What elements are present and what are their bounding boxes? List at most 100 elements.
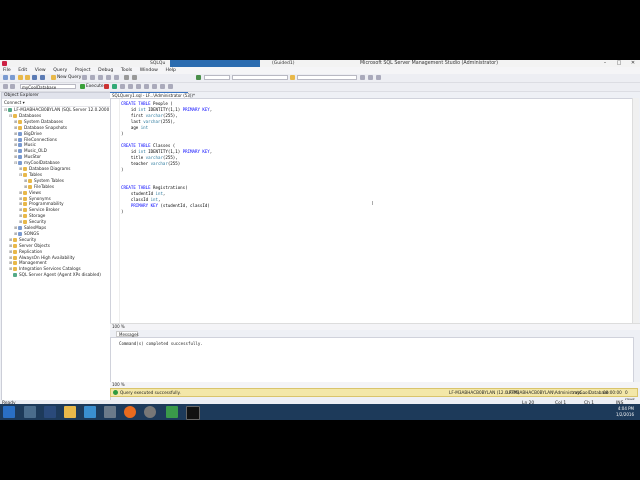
folder-icon (13, 249, 17, 254)
app-title: Microsoft SQL Server Management Studio (… (360, 61, 498, 66)
media-icon[interactable] (144, 406, 156, 418)
database-icon (18, 131, 22, 136)
menu-project[interactable]: Project (75, 67, 91, 74)
menu-view[interactable]: View (35, 67, 46, 74)
query-editor[interactable]: CREATE TABLE People ( id int IDENTITY(1,… (110, 98, 634, 325)
editor-gutter (111, 99, 120, 324)
change-connection-icon[interactable] (10, 84, 15, 89)
find-icon[interactable] (290, 75, 295, 80)
screen: SQLQu (Guided1) Microsoft SQL Server Man… (0, 60, 640, 420)
uncomment-icon[interactable] (160, 84, 165, 89)
code-text: CREATE TABLE People ( id int IDENTITY(1,… (121, 101, 212, 215)
code-token: IDENTITY(1,1) (145, 107, 183, 112)
code-token: ) (121, 167, 124, 172)
database-icon (18, 155, 22, 160)
analysis-query-icon[interactable] (90, 75, 95, 80)
code-token: first (121, 113, 146, 118)
editor-zoom-bar: 100 % (110, 323, 640, 330)
maximize-icon[interactable]: □ (612, 60, 626, 67)
firefox-icon[interactable] (124, 406, 136, 418)
new-query-button[interactable]: New Query (57, 75, 81, 80)
indent-icon[interactable] (168, 84, 173, 89)
code-token: varchar (145, 155, 163, 160)
display-plan-icon[interactable] (120, 84, 125, 89)
connect-button[interactable]: Connect ▾ (2, 99, 110, 107)
internet-explorer-icon[interactable] (84, 406, 96, 418)
file-explorer-icon[interactable] (64, 406, 76, 418)
menu-help[interactable]: Help (166, 67, 176, 74)
code-token: CREATE TABLE (121, 185, 151, 190)
code-token: , (157, 197, 161, 202)
available-databases-select[interactable]: myCoolDatabase (20, 84, 76, 90)
new-project-icon[interactable] (18, 75, 23, 80)
solution-platform-select[interactable] (232, 75, 288, 80)
new-query-icon[interactable] (51, 75, 56, 80)
connect-icon[interactable] (3, 84, 8, 89)
powershell-icon[interactable] (44, 406, 56, 418)
query-designer-icon[interactable] (128, 84, 133, 89)
folder-icon (23, 214, 27, 219)
solution-config-select[interactable] (204, 75, 230, 80)
close-icon[interactable]: ✕ (626, 60, 640, 67)
save-all-icon[interactable] (40, 75, 45, 80)
tree-item-label: BigDrive (24, 130, 42, 136)
results-to-grid-icon[interactable] (144, 84, 149, 89)
tree-item-label: myCoolDatabase (24, 160, 60, 166)
menu-file[interactable]: File (3, 67, 11, 74)
start-debug-icon[interactable] (196, 75, 201, 80)
cancel-query-icon[interactable] (104, 84, 109, 89)
undo-icon[interactable] (124, 75, 129, 80)
code-line: PRIMARY KEY (studentId, classId) (121, 203, 212, 209)
copy-icon[interactable] (106, 75, 111, 80)
code-token: ) (121, 209, 124, 214)
find-input[interactable] (297, 75, 357, 80)
open-file-icon[interactable] (25, 75, 30, 80)
cut-icon[interactable] (98, 75, 103, 80)
messages-pane: Command(s) completed successfully. (110, 337, 634, 383)
server-manager-icon[interactable] (24, 406, 36, 418)
taskbar-clock[interactable]: 4:04 PM 1/2/2016 (616, 406, 634, 418)
comment-icon[interactable] (152, 84, 157, 89)
folder-icon (13, 113, 17, 118)
ssms-taskbar-icon[interactable] (104, 406, 116, 418)
messages-zoom-level[interactable]: 100 % (112, 382, 125, 387)
tree-item-label: Security (19, 236, 37, 242)
command-prompt-icon[interactable] (186, 406, 200, 420)
paste-icon[interactable] (114, 75, 119, 80)
editor-zoom-level[interactable]: 100 % (112, 324, 125, 329)
menu-debug[interactable]: Debug (98, 67, 113, 74)
object-explorer: Object Explorer Connect ▾ ⊟ LF-M3ABHACB0B… (1, 92, 191, 404)
quick-launch-bar[interactable] (170, 60, 260, 67)
toolbar-option-icon-3[interactable] (376, 75, 381, 80)
start-button-icon[interactable] (3, 406, 15, 418)
parse-icon[interactable] (112, 84, 117, 89)
tree-item[interactable]: SQL Server Agent (Agent XPs disabled) (9, 272, 101, 278)
code-token: int (150, 197, 158, 202)
tree-item-label: Integration Services Catalogs (19, 266, 81, 272)
menu-query[interactable]: Query (53, 67, 67, 74)
toolbar-option-icon-1[interactable] (360, 75, 365, 80)
query-status-bar: Query executed successfully. LF-M3ABHACB… (110, 388, 638, 402)
tree-item-label: Programmability (29, 201, 64, 207)
menu-bar: File Edit View Query Project Debug Tools… (0, 67, 640, 74)
editor-vertical-scrollbar[interactable] (632, 98, 639, 323)
folder-icon (23, 167, 27, 171)
menu-tools[interactable]: Tools (121, 67, 132, 74)
back-icon[interactable] (3, 75, 8, 80)
database-icon (18, 143, 22, 148)
tree-item-label: Views (29, 189, 42, 195)
notepad-plus-icon[interactable] (166, 406, 178, 418)
save-icon[interactable] (32, 75, 37, 80)
execute-button[interactable]: Execute (86, 84, 104, 89)
code-line: ) (121, 209, 212, 215)
execute-icon[interactable] (80, 84, 85, 89)
results-to-text-icon[interactable] (136, 84, 141, 89)
toolbar-option-icon-2[interactable] (368, 75, 373, 80)
minimize-icon[interactable]: – (598, 60, 612, 67)
menu-edit[interactable]: Edit (18, 67, 27, 74)
menu-window[interactable]: Window (140, 67, 158, 74)
database-engine-query-icon[interactable] (82, 75, 87, 80)
redo-icon[interactable] (132, 75, 137, 80)
forward-icon[interactable] (10, 75, 15, 80)
